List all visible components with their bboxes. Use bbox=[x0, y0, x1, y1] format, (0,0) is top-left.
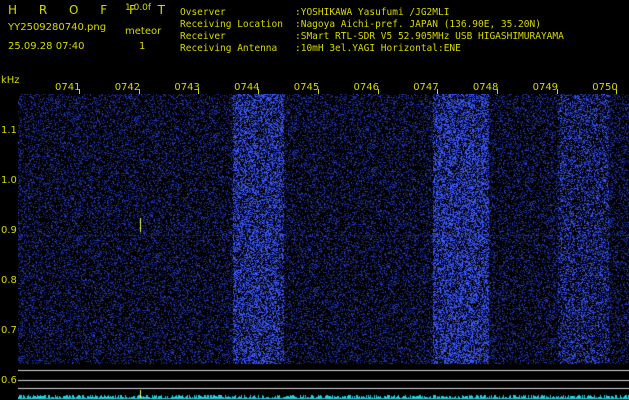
meteor-count: 1 bbox=[139, 41, 146, 52]
info-value-antenna: :10mH 3el.YAGI Horizontal:ENE bbox=[295, 43, 461, 54]
x-tick-label: 0743 bbox=[174, 82, 200, 93]
x-tick-label: 0750 bbox=[592, 82, 618, 93]
x-tick-label: 0748 bbox=[472, 82, 499, 93]
meteor-label: meteor bbox=[125, 26, 162, 37]
x-tick-label: 0746 bbox=[353, 82, 379, 93]
info-label-observer: Ovserver bbox=[180, 7, 226, 18]
y-tick-label: 0.9 bbox=[1, 225, 17, 236]
info-value-receiver: :SMart RTL-SDR V5 52.905MHz USB HIGASHIM… bbox=[295, 31, 564, 42]
info-label-location: Receiving Location bbox=[180, 19, 283, 30]
x-tick-label: 0747 bbox=[413, 82, 439, 93]
x-tick-label: 0741 bbox=[55, 82, 81, 93]
hrofft-window: { "header": { "app_title": "H R O F F T"… bbox=[0, 0, 629, 400]
axis-unit-label: kHz bbox=[1, 75, 20, 86]
x-tick-label: 0744 bbox=[234, 82, 260, 93]
x-tick-label: 0742 bbox=[114, 82, 141, 93]
y-tick-label: 0.8 bbox=[1, 275, 17, 286]
app-version: 1.0.0f bbox=[125, 3, 152, 13]
spectrogram bbox=[18, 94, 629, 400]
y-tick-label: 0.6 bbox=[1, 375, 17, 386]
info-value-observer: :YOSHIKAWA Yasufumi /JG2MLI bbox=[295, 7, 450, 18]
info-value-location: :Nagoya Aichi-pref. JAPAN (136.90E, 35.2… bbox=[295, 19, 541, 30]
x-tick-label: 0745 bbox=[293, 82, 320, 93]
y-tick-label: 1.0 bbox=[1, 175, 17, 186]
x-tick-label: 0749 bbox=[532, 82, 559, 93]
y-tick-label: 1.1 bbox=[1, 125, 17, 136]
y-tick-label: 0.7 bbox=[1, 325, 17, 336]
info-label-receiver: Receiver bbox=[180, 31, 226, 42]
info-label-antenna: Receiving Antenna bbox=[180, 43, 278, 54]
datetime-label: 25.09.28 07:40 bbox=[8, 41, 85, 52]
filename-label: YY2509280740.png bbox=[8, 22, 107, 33]
